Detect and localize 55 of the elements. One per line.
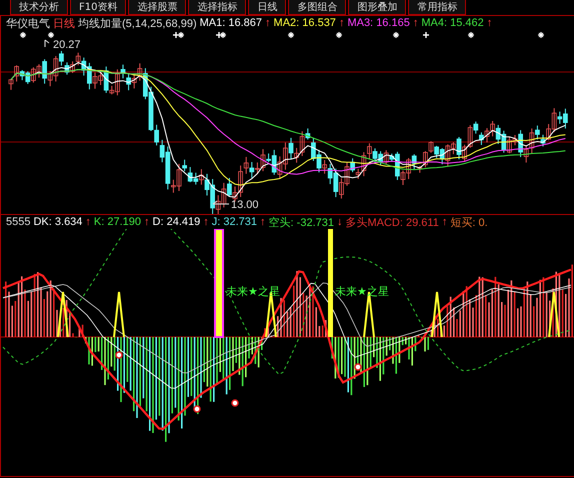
indicator-name: 均线加量(5,14,25,68,99) — [78, 16, 197, 30]
star-marker-icon — [20, 32, 26, 38]
plus-marker-icon — [173, 32, 179, 38]
signal-circle-icon — [115, 351, 123, 359]
arrow-text: ↑ — [412, 17, 418, 29]
toolbar-tab[interactable]: 选择股票 — [128, 0, 186, 15]
ma-value: MA4: 15.462 — [421, 17, 484, 29]
high-price-marker — [44, 40, 50, 48]
ma-value: MA3: 16.165 — [347, 17, 410, 29]
toolbar-tab[interactable]: 技术分析 — [10, 0, 68, 15]
arrow-text: ↑ — [486, 17, 492, 29]
toolbar-tab[interactable]: 选择指标 — [188, 0, 246, 15]
star-marker-icon — [178, 32, 184, 38]
indicator-value: 空头: -32.731 — [268, 216, 334, 230]
star-marker-icon — [288, 32, 294, 38]
toolbar-tab[interactable]: 图形叠加 — [348, 0, 406, 15]
indicator-value: D: 24.419 — [152, 216, 200, 228]
star-marker-icon — [538, 32, 544, 38]
high-price-label: 20.27 — [53, 39, 81, 51]
ma-value: MA1: 16.867 — [200, 17, 262, 29]
arrow-text: ↑ — [442, 216, 448, 228]
arrow-text: ↑ — [338, 17, 344, 29]
arrow-text: ↑ — [265, 17, 271, 29]
indicator-value: DK: 3.634 — [33, 216, 82, 228]
stock-name: 华仪电气 — [6, 16, 50, 30]
signal-label: 未来★之星 — [226, 285, 280, 298]
arrow-text: ↑ — [85, 216, 91, 228]
indicator-value: 短买: 0. — [450, 216, 488, 230]
low-price-marker — [212, 200, 230, 204]
signal-circle-icon — [354, 363, 362, 371]
star-marker-icon — [393, 32, 399, 38]
arrow-text: ↑ — [144, 216, 150, 228]
ma-value: MA2: 16.537 — [274, 17, 336, 29]
star-marker-icon — [468, 32, 474, 38]
signal-circle-icon — [193, 405, 201, 413]
toolbar-tab[interactable]: 常用指标 — [408, 0, 466, 15]
plus-marker-icon — [423, 32, 429, 38]
toolbar-tab[interactable]: 多图组合 — [288, 0, 346, 15]
indicator-code: 5555 — [6, 216, 30, 228]
indicator-value: K: 27.190 — [94, 216, 142, 228]
signal-circle-icon — [231, 399, 239, 407]
arrow-text: ↓ — [336, 216, 342, 228]
star-marker-icon — [220, 32, 226, 38]
indicator-value: J: 32.731 — [212, 216, 258, 228]
toolbar-tab[interactable]: 日线 — [248, 0, 286, 15]
arrow-text: ↑ — [260, 216, 266, 228]
star-marker-icon — [48, 32, 54, 38]
toolbar-tab[interactable]: F10资料 — [70, 0, 126, 15]
period-label: 日线 — [53, 16, 75, 30]
signal-label: 未来★之星 — [335, 285, 389, 298]
indicator-value: 多头MACD: 29.611 — [345, 216, 439, 230]
star-marker-icon — [336, 32, 342, 38]
arrow-text: ↑ — [203, 216, 209, 228]
plus-marker-icon — [216, 32, 222, 38]
low-price-label: 13.00 — [231, 199, 259, 211]
